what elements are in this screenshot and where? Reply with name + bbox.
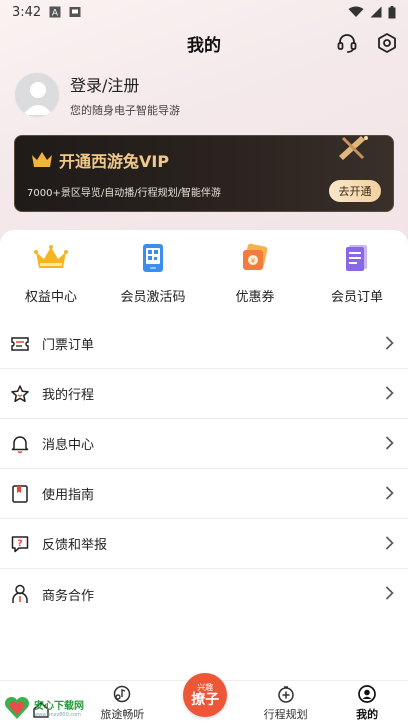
default-avatar-icon: [15, 73, 59, 117]
activation-code-icon: [143, 244, 163, 272]
chevron-right-icon: [385, 486, 394, 500]
customer-service-button[interactable]: [334, 30, 360, 56]
profile-section[interactable]: 登录/注册 您的随身电子智能导游: [14, 72, 180, 118]
tab-trip-planning[interactable]: 行程规划: [245, 681, 327, 725]
bell-icon: [11, 435, 29, 453]
svg-text:A: A: [52, 9, 59, 19]
listen-icon: [114, 685, 131, 703]
quick-action-label: 权益中心: [24, 290, 77, 305]
vip-title-row: 开通西游兔VIP: [31, 148, 169, 172]
page-title: 我的: [187, 35, 221, 56]
crown-icon: [34, 245, 68, 268]
guide-book-icon: [12, 484, 28, 503]
center-button-main-text: 撩子: [191, 691, 220, 708]
menu-item-label: 门票订单: [42, 338, 95, 353]
person-icon: [12, 584, 28, 603]
watermark-heart-icon: [4, 696, 30, 719]
tab-center[interactable]: 兴趣 撩子: [163, 673, 245, 725]
quick-action-activation-code[interactable]: 会员激活码: [102, 242, 204, 312]
tab-trip-planning-label: 行程规划: [263, 708, 308, 721]
wifi-icon: [348, 6, 364, 17]
center-feature-button[interactable]: 兴趣 撩子: [183, 673, 228, 717]
quick-actions: 权益中心 会员激活码 ¥ 优惠券 会员订单: [0, 242, 408, 312]
menu-item-my-trips[interactable]: 我的行程: [0, 369, 408, 419]
hexagon-settings-icon: [378, 33, 396, 53]
watermark-logo: 安心下载网 www.anxz800.com: [0, 690, 102, 725]
menu-item-label: 反馈和举报: [42, 538, 108, 553]
menu-item-label: 商务合作: [42, 588, 95, 604]
feedback-icon: ?: [11, 535, 29, 552]
vip-open-button[interactable]: 去开通: [329, 180, 381, 202]
tab-listen-label: 旅途畅听: [100, 708, 145, 721]
tab-profile[interactable]: 我的: [326, 681, 408, 725]
quick-action-coupon[interactable]: ¥ 优惠券: [204, 242, 306, 312]
menu-item-user-guide[interactable]: 使用指南: [0, 469, 408, 519]
quick-action-label: 优惠券: [235, 290, 275, 305]
menu-item-message-center[interactable]: 消息中心: [0, 419, 408, 469]
profile-subtitle: 您的随身电子智能导游: [70, 104, 180, 117]
menu-item-business-cooperation[interactable]: 商务合作: [0, 569, 408, 619]
menu-item-label: 消息中心: [42, 438, 95, 453]
order-list-icon: [346, 245, 367, 271]
svg-text:¥: ¥: [251, 257, 256, 265]
main-content: 权益中心 会员激活码 ¥ 优惠券 会员订单 门票订单 我的行程 消息中心 使用指…: [0, 230, 408, 680]
vip-sparkle-decoration-icon: [339, 136, 368, 160]
quick-action-benefits[interactable]: 权益中心: [0, 242, 102, 312]
center-button-top-text: 兴趣: [197, 682, 214, 692]
login-register-link[interactable]: 登录/注册: [70, 72, 180, 96]
chevron-right-icon: [385, 436, 394, 450]
quick-action-label: 会员激活码: [120, 290, 186, 305]
status-bar: 3:42 A: [0, 0, 408, 24]
coupon-icon: ¥: [243, 243, 268, 270]
status-time: 3:42: [12, 4, 42, 20]
ticket-icon: [11, 336, 29, 351]
chevron-right-icon: [385, 386, 394, 400]
profile-icon: [358, 685, 377, 703]
headset-icon: [337, 34, 357, 53]
battery-icon: [388, 5, 396, 18]
chevron-right-icon: [385, 336, 394, 350]
quick-action-label: 会员订单: [330, 290, 383, 305]
settings-button[interactable]: [374, 30, 400, 56]
chevron-right-icon: [385, 536, 394, 550]
chevron-right-icon: [385, 586, 394, 600]
notification-image-icon: [69, 7, 81, 17]
vip-crown-icon: [32, 152, 52, 167]
menu-item-label: 使用指南: [42, 488, 95, 503]
vip-description: 7000+景区导览/自动播/行程规划/智能伴游: [27, 188, 221, 199]
avatar[interactable]: [14, 72, 60, 118]
signal-icon: [370, 6, 382, 18]
menu-list: 门票订单 我的行程 消息中心 使用指南 ? 反馈和举报 商务合作: [0, 319, 408, 619]
star-icon: [11, 384, 29, 402]
plan-icon: [277, 686, 294, 703]
watermark-text: 安心下载网: [34, 701, 84, 712]
vip-card[interactable]: 开通西游兔VIP 7000+景区导览/自动播/行程规划/智能伴游 去开通: [14, 135, 394, 212]
vip-title: 开通西游兔VIP: [59, 152, 170, 171]
menu-item-feedback-report[interactable]: ? 反馈和举报: [0, 519, 408, 569]
menu-item-label: 我的行程: [42, 388, 95, 403]
tab-profile-label: 我的: [356, 708, 379, 721]
notification-a-icon: A: [49, 6, 61, 18]
menu-item-ticket-orders[interactable]: 门票订单: [0, 319, 408, 369]
watermark-url: www.anxz800.com: [34, 712, 82, 718]
header: 我的: [0, 28, 408, 58]
svg-text:?: ?: [17, 539, 22, 549]
quick-action-member-orders[interactable]: 会员订单: [306, 242, 408, 312]
